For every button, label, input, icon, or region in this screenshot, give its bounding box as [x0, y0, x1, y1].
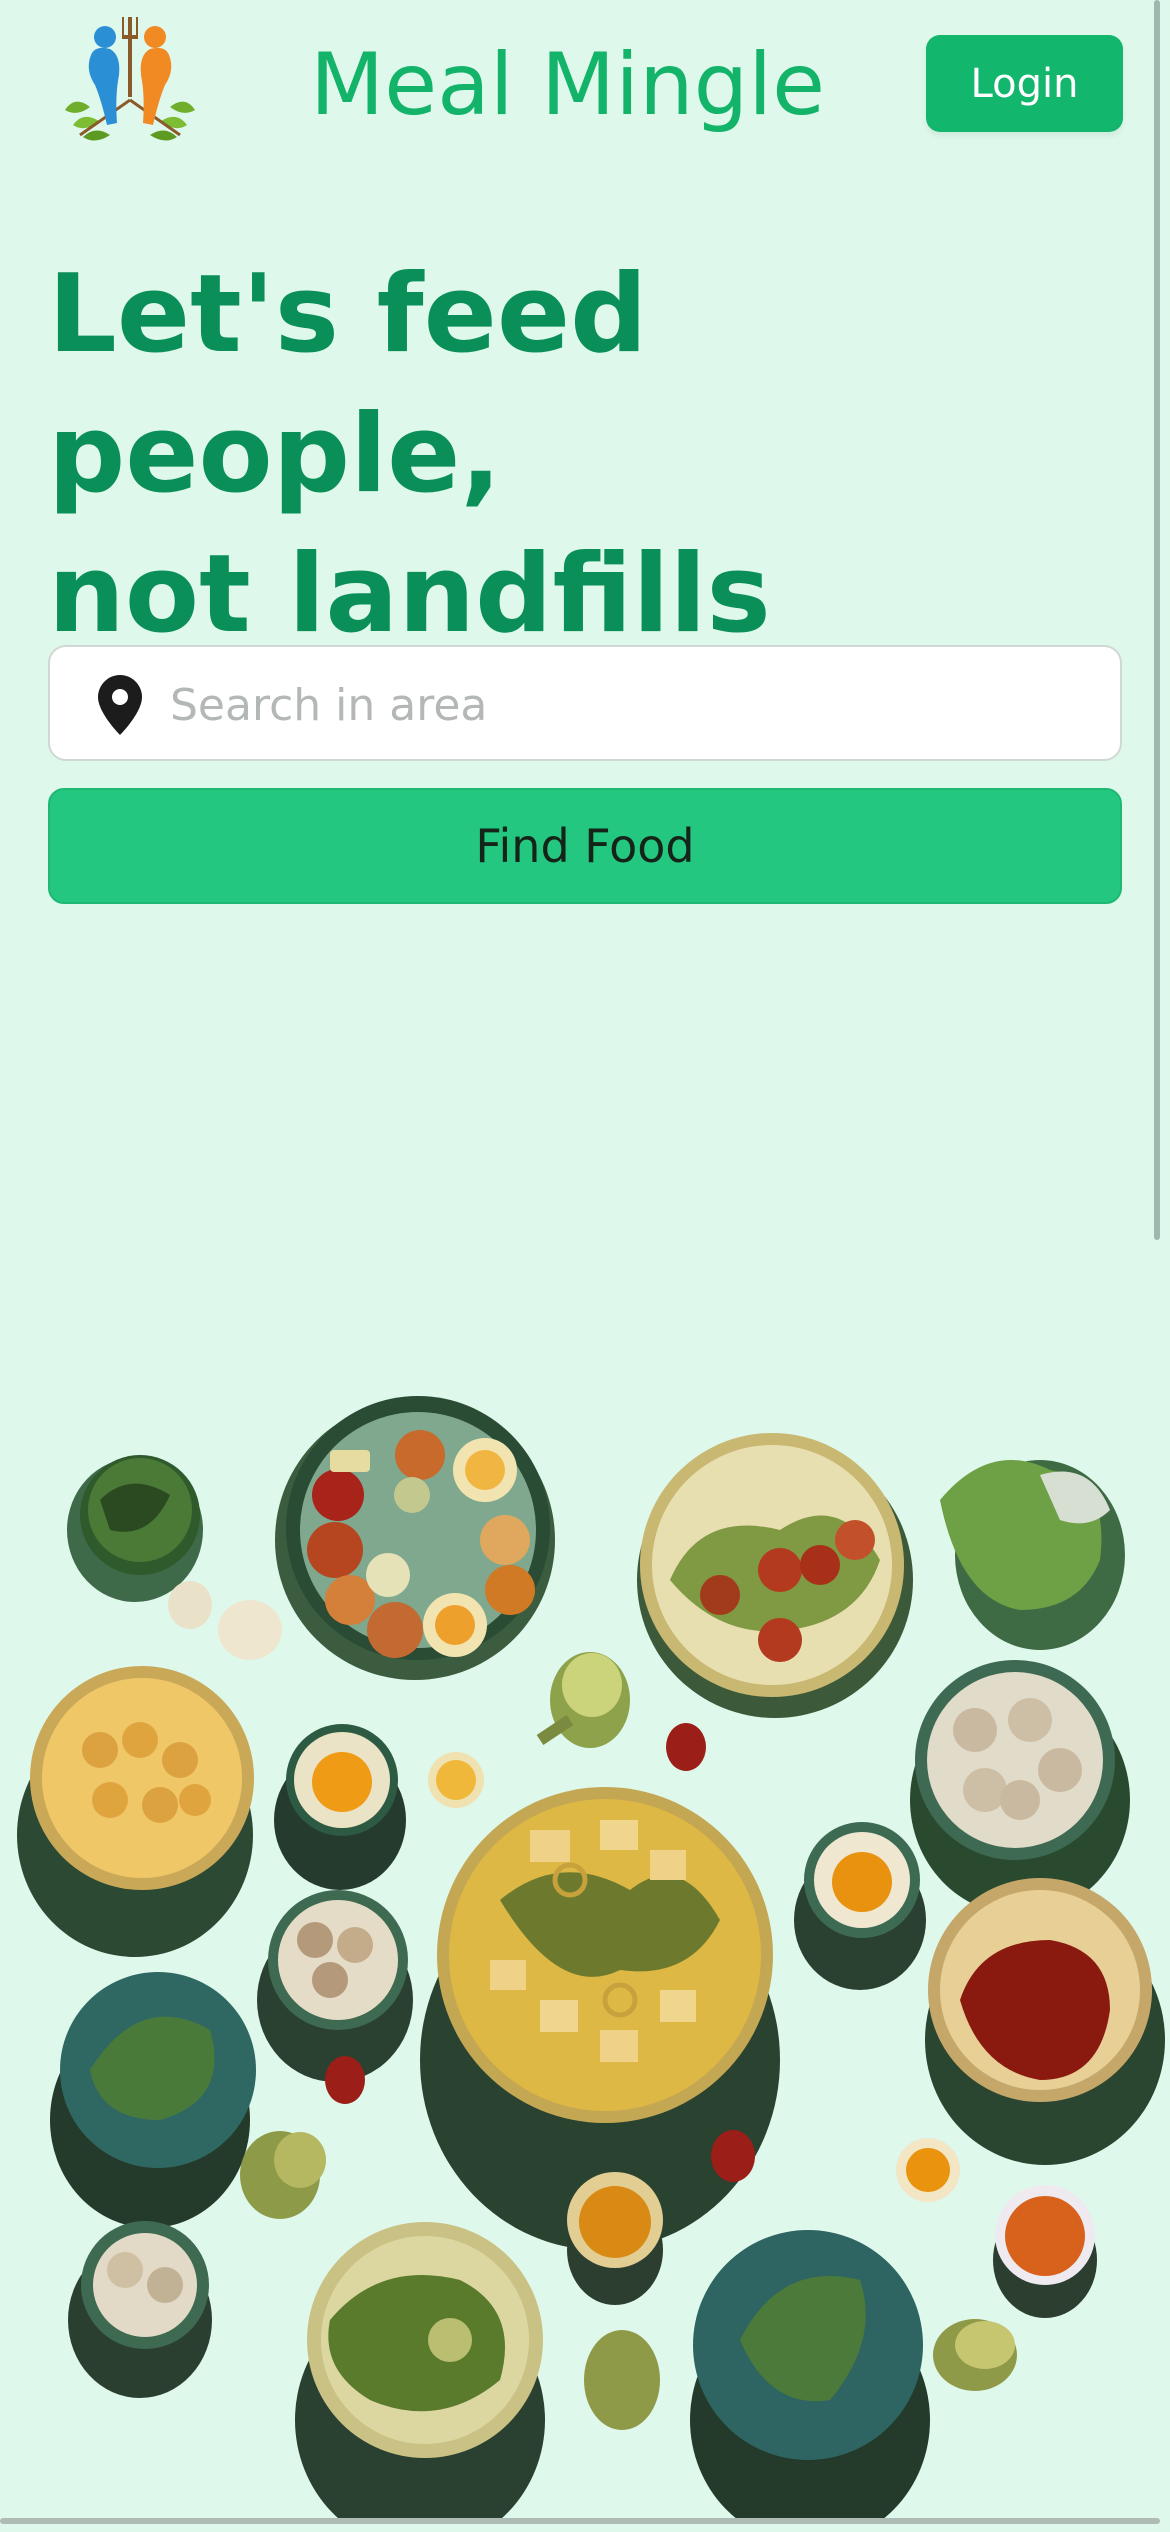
location-pin-icon [98, 675, 142, 735]
app-header: Meal Mingle Login [0, 0, 1170, 170]
login-button[interactable]: Login [926, 35, 1123, 132]
brand-title: Meal Mingle [310, 35, 826, 135]
home-indicator [0, 2518, 1160, 2524]
find-food-button[interactable]: Find Food [48, 788, 1122, 904]
hero-heading: Let's feed people, not landfills [48, 245, 1128, 665]
scrollbar[interactable] [1154, 0, 1160, 1240]
meal-mingle-logo-icon[interactable] [55, 15, 205, 150]
hero-heading-line-1: Let's feed people, [48, 252, 648, 517]
search-bar[interactable] [48, 645, 1122, 761]
food-dishes-illustration [0, 1380, 1170, 2532]
hero-heading-line-2: not landfills [48, 532, 771, 657]
search-input[interactable] [168, 667, 1092, 743]
